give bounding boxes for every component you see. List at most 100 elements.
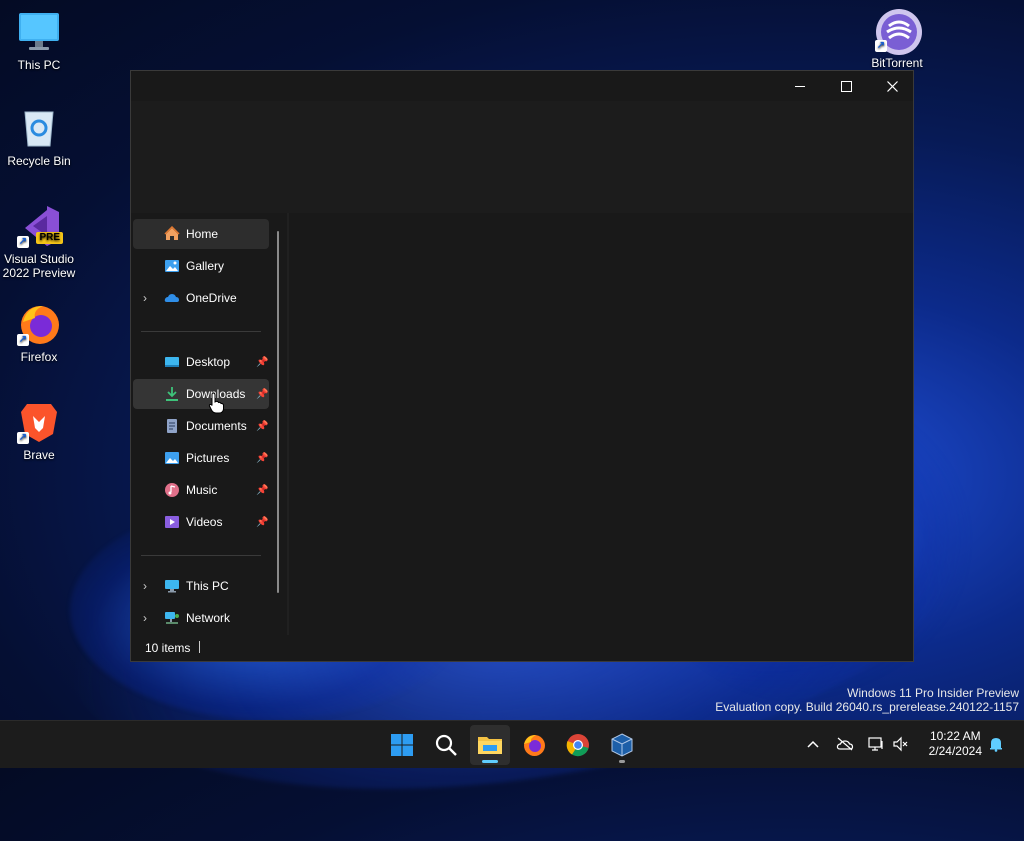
shortcut-arrow-icon: ↗: [17, 432, 29, 444]
status-separator: [199, 641, 200, 653]
active-app-indicator: [482, 760, 498, 763]
desktop-icon-firefox[interactable]: ↗ Firefox: [1, 302, 77, 364]
bittorrent-icon: ↗: [875, 8, 922, 55]
nav-item-desktop[interactable]: Desktop 📌: [133, 347, 269, 377]
pin-icon: 📌: [256, 388, 269, 400]
chevron-right-icon[interactable]: ›: [143, 611, 153, 625]
documents-icon: [167, 419, 177, 433]
network-status-icon[interactable]: [868, 735, 886, 753]
nav-item-pictures[interactable]: Pictures 📌: [133, 443, 269, 473]
title-bar[interactable]: [131, 71, 913, 101]
downloads-icon: [166, 387, 178, 401]
file-explorer-icon: [478, 737, 502, 754]
recycle-bin-icon: [17, 106, 61, 150]
nav-item-label: Gallery: [186, 259, 225, 273]
chevron-right-icon[interactable]: ›: [143, 291, 153, 305]
file-list-area[interactable]: [289, 213, 913, 635]
desktop-icon-label: Recycle Bin: [7, 154, 71, 168]
hand-cursor-icon: [208, 392, 224, 414]
taskbar-clock[interactable]: 10:22 AM 2/24/2024: [929, 729, 982, 759]
nav-divider: [141, 331, 261, 332]
firefox-icon: [524, 735, 545, 756]
brave-icon: ↗: [17, 400, 61, 444]
taskbar-firefox[interactable]: [514, 725, 554, 765]
taskbar: 10:22 AM 2/24/2024: [0, 720, 1024, 768]
nav-item-label: OneDrive: [186, 291, 237, 305]
nav-item-documents[interactable]: Documents 📌: [133, 411, 269, 441]
pin-icon: 📌: [256, 356, 269, 368]
nav-item-downloads[interactable]: Downloads 📌: [133, 379, 269, 409]
close-button[interactable]: [869, 71, 915, 101]
shortcut-arrow-icon: ↗: [875, 40, 887, 52]
network-icon: [165, 612, 179, 624]
clock-date: 2/24/2024: [928, 744, 982, 758]
watermark-line2: Evaluation copy. Build 26040.rs_prerelea…: [715, 700, 1019, 714]
toolbar-area: [131, 101, 913, 213]
nav-scrollbar[interactable]: [277, 231, 279, 593]
start-icon: [391, 734, 413, 756]
desktop-icon-bittorrent[interactable]: ↗ BitTorrent: [859, 8, 935, 70]
maximize-button[interactable]: [823, 71, 869, 101]
volume-muted-icon[interactable]: [892, 735, 910, 753]
pin-icon: 📌: [256, 420, 269, 432]
desktop-icon-label: Brave: [23, 448, 55, 462]
pictures-icon: [165, 452, 179, 464]
taskbar-file-explorer[interactable]: [470, 725, 510, 765]
onedrive-icon: [164, 294, 179, 302]
videos-icon: [165, 516, 179, 528]
chevron-up-icon[interactable]: [804, 735, 822, 753]
desktop-folder-icon: [165, 357, 179, 367]
nav-item-network[interactable]: › Network: [133, 603, 269, 633]
desktop-icon-label: This PC: [17, 58, 61, 72]
this-pc-icon: [165, 580, 179, 593]
chrome-icon: [566, 734, 589, 757]
pin-icon: 📌: [256, 452, 269, 464]
monitor-icon: [17, 10, 61, 54]
close-icon: [886, 80, 898, 92]
desktop-icon-label: Firefox: [20, 350, 58, 364]
preview-badge: PRE: [36, 232, 63, 244]
nav-item-label: Music: [186, 483, 218, 497]
visual-studio-icon: PRE ↗: [17, 204, 63, 248]
onedrive-offline-icon[interactable]: [836, 735, 854, 753]
gallery-icon: [165, 260, 179, 272]
notification-bell-icon[interactable]: [987, 735, 1005, 753]
search-button[interactable]: [426, 725, 466, 765]
nav-item-label: Videos: [186, 515, 223, 529]
search-icon: [435, 734, 457, 756]
desktop-icon-label: Visual Studio 2022 Preview: [2, 252, 76, 280]
pin-icon: 📌: [256, 516, 269, 528]
windows-watermark: Windows 11 Pro Insider Preview Evaluatio…: [715, 686, 1019, 714]
nav-item-label: This PC: [186, 579, 229, 593]
minimize-icon: [795, 85, 805, 87]
nav-item-label: Network: [186, 611, 231, 625]
desktop-icon-brave[interactable]: ↗ Brave: [1, 400, 77, 462]
nav-item-home[interactable]: Home: [133, 219, 269, 249]
desktop-icon-label: BitTorrent: [871, 56, 923, 70]
nav-item-label: Documents: [186, 419, 247, 433]
nav-item-label: Pictures: [186, 451, 230, 465]
navigation-pane[interactable]: Home Gallery › OneDrive Desktop 📌 Downlo…: [131, 213, 289, 635]
music-icon: [165, 483, 179, 497]
nav-item-music[interactable]: Music 📌: [133, 475, 269, 505]
nav-item-label: Desktop: [186, 355, 231, 369]
chevron-right-icon[interactable]: ›: [143, 579, 153, 593]
taskbar-virtualbox[interactable]: [602, 725, 642, 765]
status-bar: 10 items: [131, 635, 913, 661]
nav-item-this-pc[interactable]: › This PC: [133, 571, 269, 601]
maximize-icon: [840, 80, 852, 92]
start-button[interactable]: [382, 725, 422, 765]
shortcut-arrow-icon: ↗: [17, 334, 29, 346]
nav-item-label: Home: [186, 227, 219, 241]
nav-item-onedrive[interactable]: › OneDrive: [133, 283, 269, 313]
running-app-indicator: [619, 760, 625, 763]
desktop-icon-visual-studio[interactable]: PRE ↗ Visual Studio 2022 Preview: [1, 204, 77, 280]
item-count: 10 items: [145, 641, 191, 655]
desktop-icon-this-pc[interactable]: This PC: [1, 10, 77, 72]
desktop-icon-recycle-bin[interactable]: Recycle Bin: [1, 106, 77, 168]
taskbar-chrome[interactable]: [558, 725, 598, 765]
nav-item-videos[interactable]: Videos 📌: [133, 507, 269, 537]
pin-icon: 📌: [256, 484, 269, 496]
nav-item-gallery[interactable]: Gallery: [133, 251, 269, 281]
minimize-button[interactable]: [777, 71, 823, 101]
